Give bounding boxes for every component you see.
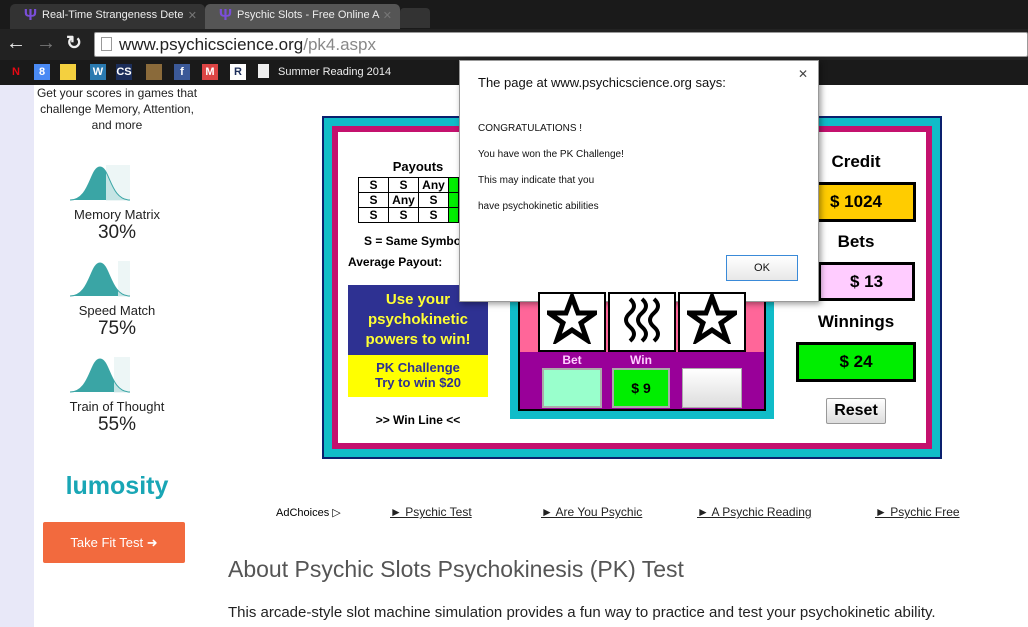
bets-display: $ 13 (818, 262, 915, 301)
close-icon[interactable]: ✕ (798, 67, 808, 81)
bet-label: Bet (562, 353, 582, 367)
tab-bar: Ψ Real-Time Strangeness Dete ✕ Ψ Psychic Sl… (0, 0, 1028, 29)
psi-icon: Ψ (24, 7, 37, 24)
alert-dialog: The page at www.psychicscience.org says:… (459, 60, 819, 302)
address-bar[interactable]: www.psychicscience.org/pk4.aspx (94, 32, 1028, 57)
win-display: $ 9 (612, 368, 670, 408)
wordpress-icon[interactable]: W (90, 64, 106, 80)
bell-curve-icon (69, 165, 136, 201)
google-icon[interactable]: 8 (34, 64, 50, 80)
page-icon (101, 37, 112, 51)
adchoices-link[interactable]: AdChoices ▷ (276, 506, 341, 519)
game-score: 75% (97, 318, 137, 339)
adchoices-icon: ▷ (332, 507, 341, 519)
star-icon (678, 289, 746, 352)
payout-row: S Any S (358, 192, 459, 208)
cs-icon[interactable]: CS (116, 64, 132, 80)
waves-icon (608, 292, 676, 352)
close-icon[interactable]: ✕ (383, 9, 392, 22)
dialog-message-line: have psychokinetic abilities (478, 201, 599, 212)
lumosity-logo[interactable]: lumosity (34, 472, 200, 501)
payout-row: S S Any (358, 177, 459, 193)
r-icon[interactable]: R (230, 64, 246, 80)
payout-cell: S (358, 177, 389, 193)
payout-cell: Any (418, 177, 449, 193)
ad-link[interactable]: ► A Psychic Reading (697, 505, 812, 519)
payout-cell: S (418, 192, 449, 208)
winnings-display: $ 24 (796, 342, 916, 382)
psi-icon: Ψ (219, 7, 232, 24)
game-score: 30% (97, 222, 137, 243)
sidebar-intro: Get your scores in games that challenge … (36, 86, 198, 132)
payout-cell: S (418, 207, 449, 223)
spin-button[interactable] (682, 368, 742, 408)
bell-curve-icon (69, 261, 148, 297)
payout-cell: Any (388, 192, 419, 208)
close-icon[interactable]: ✕ (188, 9, 197, 22)
pk-challenge-button[interactable]: PK Challenge Try to win $20 (348, 355, 488, 397)
payout-cell: S (358, 207, 389, 223)
payout-cell: S (358, 192, 389, 208)
average-payout: Average Payout: (348, 255, 443, 269)
winnings-label: Winnings (817, 312, 895, 331)
game-score: 55% (97, 414, 137, 435)
ok-button[interactable]: OK (726, 255, 798, 281)
tab-strangeness[interactable]: Ψ Real-Time Strangeness Dete ✕ (10, 4, 205, 29)
payout-value (448, 207, 459, 223)
payout-value (448, 192, 459, 208)
win-line-label: >> Win Line << (375, 413, 461, 427)
reload-icon[interactable]: ↻ (66, 32, 82, 55)
folder-page-icon (258, 64, 269, 78)
ad-link[interactable]: ► Psychic Free (875, 505, 960, 519)
reset-button[interactable]: Reset (826, 398, 886, 424)
facebook-icon[interactable]: f (174, 64, 190, 80)
ad-link[interactable]: ► Are You Psychic (541, 505, 642, 519)
chest-icon[interactable] (146, 64, 162, 80)
payout-row: SSS (358, 207, 459, 223)
game-name: Train of Thought (69, 399, 165, 414)
forward-icon[interactable]: → (36, 32, 56, 55)
page-margin (0, 85, 34, 627)
dialog-message-line: CONGRATULATIONS ! (478, 123, 583, 134)
same-symbol-legend: S = Same Symbol (364, 234, 465, 248)
netflix-icon[interactable]: N (8, 64, 24, 80)
ad-link[interactable]: ► Psychic Test (390, 505, 472, 519)
game-name: Speed Match (78, 303, 156, 318)
star-icon (538, 289, 606, 352)
bookmark-summer-reading[interactable]: Summer Reading 2014 (278, 66, 391, 78)
payout-cell: S (388, 177, 419, 193)
dialog-message-line: This may indicate that you (478, 175, 595, 186)
bet-display (542, 368, 602, 408)
win-label: Win (630, 353, 652, 367)
article-body: This arcade-style slot machine simulatio… (228, 604, 936, 621)
bell-curve-icon (69, 357, 144, 393)
dialog-title: The page at www.psychicscience.org says: (478, 75, 726, 90)
dialog-message-line: You have won the PK Challenge! (478, 149, 624, 160)
payout-cell: S (388, 207, 419, 223)
payout-table: S S Any S Any S S S S (358, 177, 459, 223)
payout-value (448, 177, 459, 193)
tab-psychic-slots[interactable]: Ψ Psychic Slots - Free Online A ✕ (205, 4, 400, 29)
take-fit-test-button[interactable]: Take Fit Test ➜ (43, 522, 185, 563)
game-name: Memory Matrix (74, 207, 160, 222)
gmail-icon[interactable]: M (202, 64, 218, 80)
new-tab-button[interactable] (400, 8, 430, 28)
article-heading: About Psychic Slots Psychokinesis (PK) T… (228, 556, 684, 582)
back-icon[interactable]: ← (6, 32, 26, 55)
bulb-icon[interactable] (60, 64, 76, 80)
